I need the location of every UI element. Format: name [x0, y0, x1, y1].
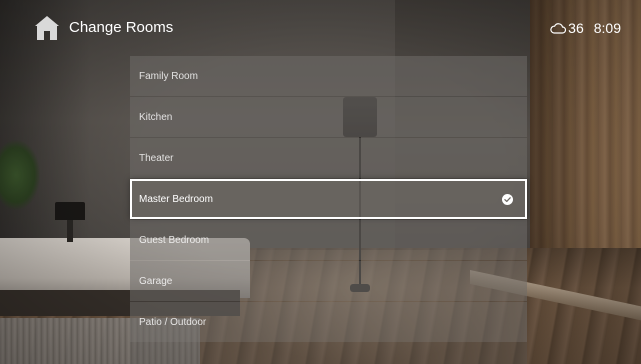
room-label: Kitchen: [139, 111, 173, 123]
home-icon[interactable]: [33, 14, 61, 42]
room-item-family-room[interactable]: Family Room: [130, 56, 527, 96]
room-item-theater[interactable]: Theater: [130, 138, 527, 178]
room-list: Family Room Kitchen Theater Master Bedro…: [130, 56, 527, 343]
room-label: Guest Bedroom: [139, 234, 210, 246]
room-item-kitchen[interactable]: Kitchen: [130, 97, 527, 137]
room-label: Theater: [139, 152, 174, 164]
change-rooms-screen: Change Rooms 36 8:09 Family Room Kitchen…: [0, 0, 641, 364]
cloud-icon: [550, 23, 567, 34]
temperature: 36: [568, 20, 584, 36]
page-title: Change Rooms: [69, 19, 174, 36]
weather-indicator: 36: [550, 20, 584, 36]
room-item-garage[interactable]: Garage: [130, 261, 527, 301]
room-item-master-bedroom[interactable]: Master Bedroom: [130, 179, 527, 219]
room-item-patio-outdoor[interactable]: Patio / Outdoor: [130, 302, 527, 342]
room-label: Garage: [139, 275, 173, 287]
room-label: Family Room: [139, 70, 198, 82]
check-circle-icon: [502, 194, 513, 205]
room-label: Master Bedroom: [139, 193, 213, 205]
clock-time: 8:09: [593, 20, 621, 36]
status-area: 36 8:09: [550, 19, 621, 37]
header-bar: Change Rooms 36 8:09: [0, 0, 641, 56]
room-label: Patio / Outdoor: [139, 316, 207, 328]
room-item-guest-bedroom[interactable]: Guest Bedroom: [130, 220, 527, 260]
